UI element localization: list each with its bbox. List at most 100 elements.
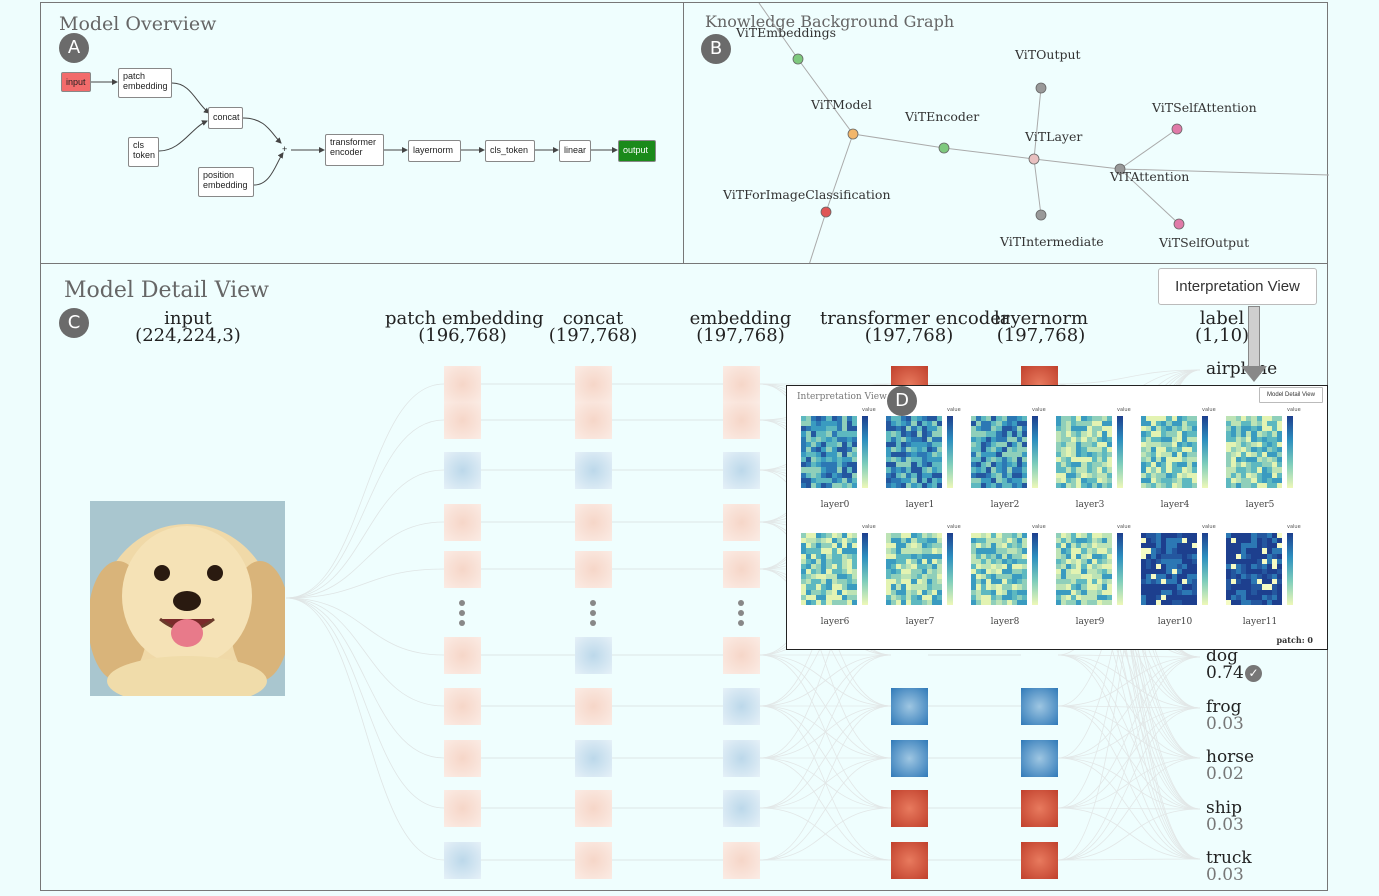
feature-map-thumbnail[interactable] <box>575 688 612 725</box>
feature-map-thumbnail[interactable] <box>723 637 760 674</box>
col-shape: (1,10) <box>1194 325 1250 346</box>
feature-map-thumbnail[interactable] <box>575 842 612 879</box>
colorbar-layer6 <box>862 533 868 605</box>
feature-map-thumbnail[interactable] <box>575 740 612 777</box>
feature-map-thumbnail[interactable] <box>723 790 760 827</box>
feature-map-thumbnail[interactable] <box>723 842 760 879</box>
feature-map-thumbnail[interactable] <box>723 504 760 541</box>
feature-map-thumbnail[interactable] <box>444 366 481 403</box>
label-horse-value: 0.02 <box>1206 764 1244 784</box>
interpretation-title: Interpretation View <box>797 392 887 402</box>
heatmap-label: layer10 <box>1157 617 1193 627</box>
heatmap-label: layer1 <box>905 500 935 510</box>
colorbar-title: value <box>1287 524 1301 530</box>
feature-map-thumbnail[interactable] <box>1021 688 1058 725</box>
feature-map-thumbnail[interactable] <box>891 790 928 827</box>
colorbar-title: value <box>947 407 961 413</box>
col-shape: (197,768) <box>696 325 785 346</box>
colorbar-layer8 <box>1032 533 1038 605</box>
feature-map-thumbnail[interactable] <box>723 402 760 439</box>
colorbar-layer9 <box>1117 533 1123 605</box>
feature-map-thumbnail[interactable] <box>444 688 481 725</box>
feature-map-thumbnail[interactable] <box>575 366 612 403</box>
feature-map-thumbnail[interactable] <box>575 790 612 827</box>
col-header-layernorm: layernorm (197,768) <box>994 310 1088 345</box>
col-header-label: label (1,10) <box>1192 310 1252 346</box>
heatmap-layer3[interactable] <box>1056 416 1112 488</box>
model-detail-view-button[interactable]: Model Detail View <box>1259 387 1323 403</box>
badge-d: D <box>887 386 917 416</box>
colorbar-layer5 <box>1287 416 1293 488</box>
colorbar-title: value <box>1032 407 1046 413</box>
heatmap-layer9[interactable] <box>1056 533 1112 605</box>
feature-map-thumbnail[interactable] <box>444 402 481 439</box>
feature-map-thumbnail[interactable] <box>1021 790 1058 827</box>
col-header-input: input (224,224,3) <box>128 310 248 346</box>
check-icon: ✓ <box>1245 665 1262 682</box>
feature-map-thumbnail[interactable] <box>891 688 928 725</box>
ellipsis-dots-concat <box>590 600 596 630</box>
heatmap-label: layer6 <box>820 617 850 627</box>
col-shape: (196,768) <box>418 325 507 346</box>
col-shape: (197,768) <box>548 325 638 346</box>
heatmap-layer0[interactable] <box>801 416 857 488</box>
heatmap-layer5[interactable] <box>1226 416 1282 488</box>
feature-map-thumbnail[interactable] <box>444 740 481 777</box>
feature-map-thumbnail[interactable] <box>444 790 481 827</box>
feature-map-thumbnail[interactable] <box>723 688 760 725</box>
colorbar-layer4 <box>1202 416 1208 488</box>
col-shape: (197,768) <box>864 325 954 346</box>
label-frog-value: 0.03 <box>1206 714 1244 734</box>
feature-map-thumbnail[interactable] <box>575 504 612 541</box>
col-shape: (224,224,3) <box>135 325 241 346</box>
feature-map-thumbnail[interactable] <box>891 842 928 879</box>
heatmap-label: layer11 <box>1242 617 1278 627</box>
feature-map-thumbnail[interactable] <box>1021 740 1058 777</box>
feature-map-thumbnail[interactable] <box>444 842 481 879</box>
heatmap-layer1[interactable] <box>886 416 942 488</box>
heatmap-layer4[interactable] <box>1141 416 1197 488</box>
heatmap-label: layer7 <box>905 617 935 627</box>
feature-map-thumbnail[interactable] <box>575 637 612 674</box>
feature-map-thumbnail[interactable] <box>723 366 760 403</box>
heatmap-label: layer5 <box>1245 500 1275 510</box>
feature-map-thumbnail[interactable] <box>444 504 481 541</box>
heatmap-layer11[interactable] <box>1226 533 1282 605</box>
feature-map-thumbnail[interactable] <box>575 402 612 439</box>
heatmap-layer6[interactable] <box>801 533 857 605</box>
colorbar-title: value <box>947 524 961 530</box>
input-image[interactable] <box>90 501 285 696</box>
patch-footer: patch: 0 <box>1276 635 1313 645</box>
col-header-concat: concat (197,768) <box>543 310 643 346</box>
feature-map-thumbnail[interactable] <box>444 551 481 588</box>
label-dog-value: 0.74 <box>1206 663 1244 683</box>
feature-map-thumbnail[interactable] <box>723 551 760 588</box>
colorbar-title: value <box>1202 524 1216 530</box>
colorbar-layer3 <box>1117 416 1123 488</box>
colorbar-title: value <box>1117 407 1131 413</box>
feature-map-thumbnail[interactable] <box>723 740 760 777</box>
feature-map-thumbnail[interactable] <box>1021 842 1058 879</box>
colorbar-title: value <box>862 524 876 530</box>
feature-map-thumbnail[interactable] <box>575 452 612 489</box>
label-ship-value: 0.03 <box>1206 815 1244 835</box>
ellipsis-dots-patch <box>459 600 465 630</box>
colorbar-layer11 <box>1287 533 1293 605</box>
interpretation-view-panel: Interpretation View D Model Detail View … <box>786 385 1328 650</box>
down-arrow-head-icon <box>1241 366 1267 382</box>
heatmap-label: layer4 <box>1160 500 1190 510</box>
heatmap-layer8[interactable] <box>971 533 1027 605</box>
heatmap-layer2[interactable] <box>971 416 1027 488</box>
colorbar-title: value <box>1287 407 1301 413</box>
feature-map-thumbnail[interactable] <box>891 740 928 777</box>
feature-map-thumbnail[interactable] <box>723 452 760 489</box>
feature-map-thumbnail[interactable] <box>444 637 481 674</box>
feature-map-thumbnail[interactable] <box>444 452 481 489</box>
heatmap-layer7[interactable] <box>886 533 942 605</box>
colorbar-layer0 <box>862 416 868 488</box>
heatmap-label: layer9 <box>1075 617 1105 627</box>
heatmap-label: layer8 <box>990 617 1020 627</box>
feature-map-thumbnail[interactable] <box>575 551 612 588</box>
heatmap-label: layer0 <box>820 500 850 510</box>
heatmap-layer10[interactable] <box>1141 533 1197 605</box>
